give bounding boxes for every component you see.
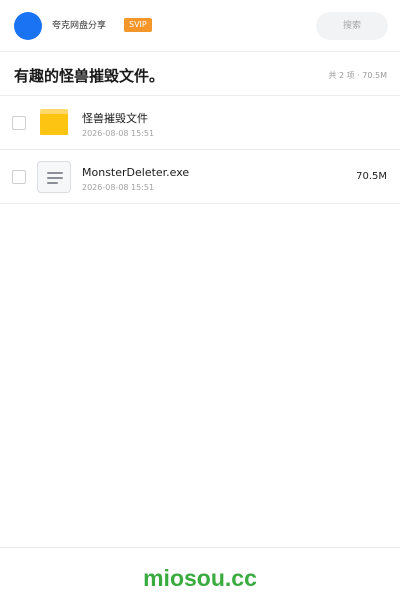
- file-row[interactable]: 怪兽摧毁文件 2026-08-08 15:51: [0, 96, 400, 150]
- file-name[interactable]: MonsterDeleter.exe: [82, 166, 189, 180]
- footer-brand[interactable]: miosou.cc: [0, 564, 400, 592]
- file-row[interactable]: MonsterDeleter.exe 2026-08-08 15:51 70.5…: [0, 150, 400, 204]
- file-date: 2026-08-08 15:51: [82, 183, 155, 192]
- file-name[interactable]: 怪兽摧毁文件: [82, 112, 148, 126]
- user-name[interactable]: 夸克网盘分享: [52, 19, 106, 33]
- share-title: 有趣的怪兽摧毁文件。: [14, 67, 165, 85]
- folder-icon: [40, 109, 68, 135]
- row-checkbox[interactable]: [12, 116, 26, 130]
- footer: miosou.cc: [0, 547, 400, 600]
- row-checkbox[interactable]: [12, 170, 26, 184]
- share-header: 有趣的怪兽摧毁文件。 共 2 项 · 70.5M: [0, 52, 400, 96]
- file-size: 70.5M: [356, 171, 387, 182]
- document-icon: [37, 161, 71, 193]
- avatar[interactable]: [14, 12, 42, 40]
- file-date: 2026-08-08 15:51: [82, 129, 155, 138]
- search-input[interactable]: [316, 12, 388, 40]
- top-bar: 夸克网盘分享 SVIP: [0, 0, 400, 52]
- share-meta: 共 2 项 · 70.5M: [328, 71, 387, 80]
- svip-badge: SVIP: [124, 18, 152, 32]
